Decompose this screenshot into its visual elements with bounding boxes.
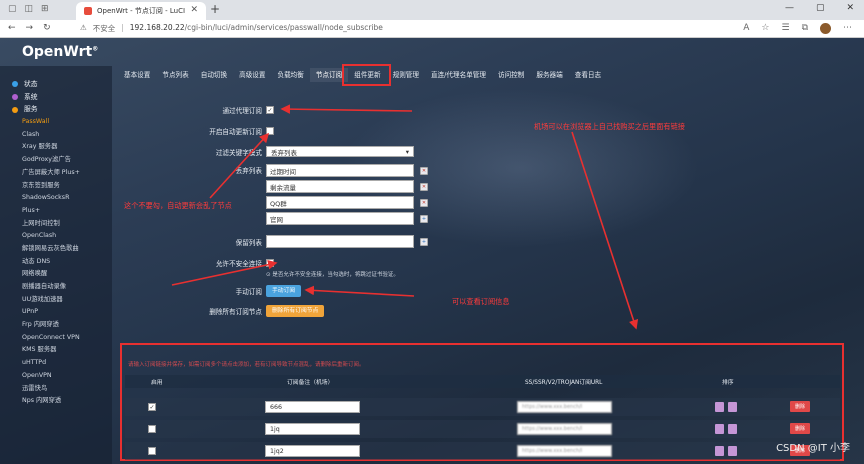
collections-icon[interactable]: ⊞ [41, 4, 49, 14]
row-sort-buttons [715, 402, 741, 414]
move-up-button[interactable] [715, 446, 724, 456]
arrow-manual [304, 285, 415, 297]
row-enabled-checkbox[interactable] [148, 447, 156, 455]
move-down-button[interactable] [728, 402, 737, 412]
workspace-icons: ▢ ◫ ⊞ [8, 4, 49, 14]
table-row: 1jq2 https://www.xxx.bench/l 删除 [125, 442, 840, 460]
warning-icon[interactable]: ⚠ [80, 23, 87, 34]
csdn-watermark: CSDN @IT 小李 [776, 443, 850, 454]
browser-tab[interactable]: OpenWrt - 节点订阅 - LuCI ✕ [76, 2, 206, 20]
window-controls: — ▢ ✕ [785, 3, 854, 13]
row-name-input[interactable]: 1jq2 [265, 445, 360, 457]
maximize-icon[interactable]: ▢ [816, 3, 825, 13]
tab-title: OpenWrt - 节点订阅 - LuCI [97, 7, 186, 15]
move-down-button[interactable] [728, 424, 737, 434]
row-delete-button[interactable]: 删除 [790, 423, 810, 434]
table-row: 1jq https://www.xxx.bench/l 删除 [125, 420, 840, 438]
more-icon[interactable]: ⋯ [843, 23, 852, 34]
insecure-label: 不安全 [92, 24, 116, 33]
read-aloud-icon[interactable]: A [743, 23, 749, 34]
table-note: 请输入订阅链接并保存，如需订阅多个请点击添加，若有订阅导致节点混乱，请删除后重新… [128, 362, 365, 368]
row-enabled-checkbox[interactable] [148, 425, 156, 433]
favorites-icon[interactable]: ☰ [781, 23, 789, 34]
collections-toolbar-icon[interactable]: ⧉ [802, 23, 808, 34]
url-field[interactable]: ⚠ 不安全 | 192.168.20.22/cgi-bin/luci/admin… [80, 23, 383, 34]
back-icon[interactable]: ← [8, 23, 16, 33]
minimize-icon[interactable]: — [785, 3, 794, 13]
move-up-button[interactable] [715, 402, 724, 412]
header-enabled: 启用 [151, 380, 163, 386]
row-name-input[interactable]: 666 [265, 401, 360, 413]
toolbar-icons: A ☆ ☰ ⧉ ⋯ [743, 23, 852, 34]
favorite-star-icon[interactable]: ☆ [761, 23, 769, 34]
address-bar: ← → ↻ ⚠ 不安全 | 192.168.20.22/cgi-bin/luci… [0, 20, 864, 38]
row-sort-buttons [715, 424, 741, 436]
row-url-input[interactable]: https://www.xxx.bench/l [517, 401, 612, 413]
table-row: ✓ 666 https://www.xxx.bench/l 删除 [125, 398, 840, 416]
table-header: 启用 订阅备注（机场） SS/SSR/V2/TROJAN订阅URL 排序 [125, 375, 840, 388]
header-sort: 排序 [722, 380, 734, 386]
row-url-input[interactable]: https://www.xxx.bench/l [517, 423, 612, 435]
url-path: /cgi-bin/luci/admin/services/passwall/no… [184, 23, 383, 32]
row-name-input[interactable]: 1jq [265, 423, 360, 435]
row-delete-button[interactable]: 删除 [790, 401, 810, 412]
arrow-insecure [171, 259, 278, 286]
move-up-button[interactable] [715, 424, 724, 434]
url-separator: | [121, 23, 124, 32]
browser-tab-bar: ▢ ◫ ⊞ OpenWrt - 节点订阅 - LuCI ✕ + — ▢ ✕ [0, 0, 864, 20]
header-remark: 订阅备注（机场） [287, 380, 334, 386]
row-sort-buttons [715, 446, 741, 458]
arrow-table [571, 131, 639, 330]
tab-close-icon[interactable]: ✕ [190, 5, 198, 15]
nav-buttons: ← → ↻ [8, 23, 51, 33]
openwrt-favicon-icon [84, 7, 92, 15]
forward-icon[interactable]: → [26, 23, 34, 33]
row-enabled-checkbox[interactable]: ✓ [148, 403, 156, 411]
new-tab-button[interactable]: + [210, 2, 220, 16]
move-down-button[interactable] [728, 446, 737, 456]
tab-actions-icon[interactable]: ◫ [25, 4, 34, 14]
reload-icon[interactable]: ↻ [43, 23, 51, 33]
profile-avatar[interactable] [820, 23, 831, 34]
arrow-proxy-subscribe [280, 104, 413, 114]
arrow-auto-update [209, 132, 270, 199]
url-host: 192.168.20.22 [129, 23, 185, 32]
workspaces-icon[interactable]: ▢ [8, 4, 17, 14]
luci-page: OpenWrt® 状态 系统 服务 PassWall Clash Xray 服务… [0, 38, 864, 464]
row-url-input[interactable]: https://www.xxx.bench/l [517, 445, 612, 457]
header-url: SS/SSR/V2/TROJAN订阅URL [525, 380, 603, 386]
window-close-icon[interactable]: ✕ [846, 3, 854, 13]
